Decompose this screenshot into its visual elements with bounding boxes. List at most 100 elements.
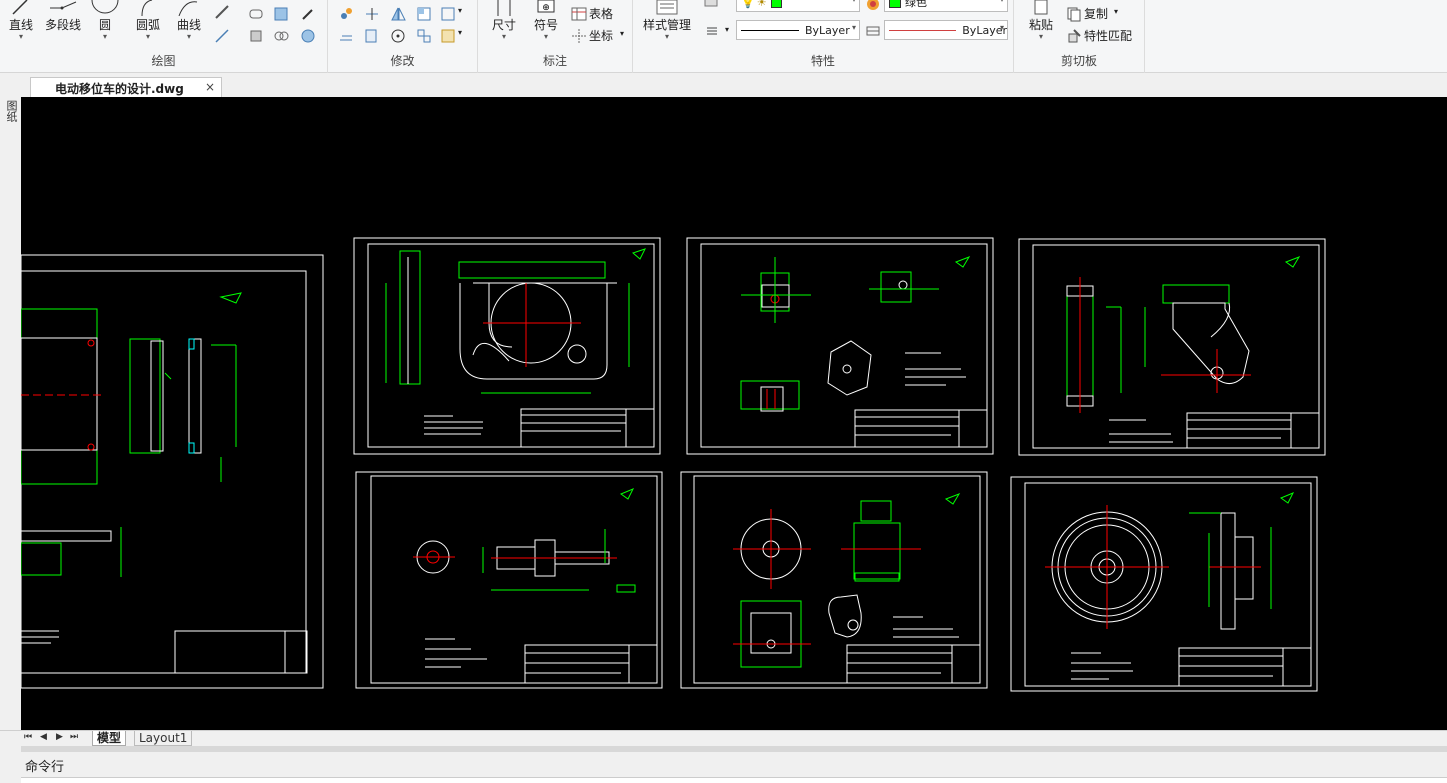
command-input[interactable] (21, 777, 1447, 783)
paste-icon (1034, 0, 1048, 15)
xline-icon[interactable] (214, 28, 230, 44)
symbol-button[interactable]: ⊕ 符号 ▾ (530, 0, 562, 41)
drawing-sheet-label[interactable]: 图纸 (3, 100, 19, 122)
dimension-button[interactable]: 尺寸 ▾ (488, 0, 520, 41)
drawing-sheet-2 (686, 237, 994, 455)
offset-icon[interactable] (338, 28, 354, 44)
close-icon[interactable]: × (205, 80, 215, 94)
chevron-down-icon: ▾ (1038, 32, 1043, 41)
document-tab[interactable]: 电动移位车的设计.dwg × (30, 77, 222, 97)
style-manager-label: 样式管理 (642, 18, 691, 32)
color-swatch (889, 0, 901, 8)
chevron-down-icon: ▾ (18, 32, 23, 41)
array-icon[interactable] (416, 28, 432, 44)
rotate-icon[interactable] (390, 28, 406, 44)
match-properties-icon[interactable] (1066, 28, 1082, 44)
sun-icon: ☀ (756, 0, 767, 9)
polyline-icon (50, 1, 77, 10)
arc-button[interactable]: 圆弧 ▾ (131, 0, 165, 41)
region-icon[interactable] (248, 28, 264, 44)
color-wheel-icon[interactable] (865, 0, 881, 12)
chevron-down-icon[interactable]: ▾ (458, 28, 462, 37)
last-layout-icon[interactable]: ⏭ (70, 732, 78, 742)
chevron-down-icon[interactable]: ▾ (458, 6, 462, 15)
chevron-down-icon: ▾ (102, 32, 107, 41)
cad-drawing (21, 237, 1326, 692)
clipboard-panel-title: 剪切板 (1060, 54, 1097, 68)
command-line-label: 命令行 (25, 760, 65, 775)
chevron-down-icon[interactable]: ▾ (620, 29, 624, 38)
table-icon[interactable] (571, 6, 587, 22)
annotate-panel-title: 标注 (542, 54, 567, 68)
symbol-icon: ⊕ (537, 0, 555, 13)
prev-layout-icon[interactable]: ◀ (40, 732, 47, 742)
coordinate-icon[interactable] (571, 28, 587, 44)
properties-panel-title: 特性 (810, 54, 835, 68)
arc-icon (141, 0, 153, 16)
command-window: 命令行 (21, 752, 1447, 783)
tab-model[interactable]: 模型 (92, 731, 127, 746)
rectangle-icon[interactable] (440, 6, 456, 22)
copy-icon[interactable] (1066, 6, 1082, 22)
style-manager-icon (656, 0, 678, 15)
paste-button[interactable]: 粘贴 ▾ (1024, 0, 1058, 41)
symbol-label: 符号 (533, 18, 558, 32)
color-combo[interactable]: 绿色 ▾ (884, 0, 1008, 12)
next-layout-icon[interactable]: ▶ (56, 732, 63, 742)
circle-button[interactable]: 圆 ▾ (90, 0, 120, 41)
drawing-sheet-3 (1018, 238, 1326, 456)
drawing-sheet-1 (353, 237, 661, 455)
linetype-icon[interactable] (705, 23, 721, 39)
curve-button[interactable]: 曲线 ▾ (172, 0, 206, 41)
trim-icon[interactable] (364, 6, 380, 22)
lineweight-icon[interactable] (865, 23, 881, 39)
drawing-canvas[interactable] (21, 97, 1447, 730)
layer-icon[interactable] (703, 0, 719, 10)
modify-panel: ▾ ▾ 修改 (328, 0, 478, 73)
line-label: 直线 (8, 18, 33, 32)
linetype-combo[interactable]: ByLayer ▾ (736, 20, 860, 40)
chevron-down-icon: ▾ (1000, 0, 1004, 4)
lightbulb-icon: 💡 (741, 0, 755, 9)
first-layout-icon[interactable]: ⏮ (24, 732, 32, 742)
linetype-line (741, 29, 799, 31)
scale-icon[interactable] (416, 6, 432, 22)
chevron-down-icon[interactable]: ▾ (1114, 7, 1118, 16)
properties-panel: 样式管理 ▾ 💡 ☀ ▾ 绿色 ▾ ▾ ByLayer ▾ ByLayer ▾ (633, 0, 1014, 73)
lineweight-line (889, 29, 957, 31)
chevron-down-icon[interactable]: ▾ (725, 25, 729, 34)
table-button[interactable]: 表格 (589, 5, 613, 22)
chevron-down-icon: ▾ (852, 0, 856, 4)
lineweight-combo[interactable]: ByLayer ▾ (884, 20, 1008, 40)
tab-layout1[interactable]: Layout1 (134, 731, 193, 746)
document-tab-title: 电动移位车的设计.dwg (55, 82, 184, 96)
left-strip: 图纸 (0, 78, 21, 728)
donut-icon[interactable] (300, 28, 316, 44)
layer-combo[interactable]: 💡 ☀ ▾ (736, 0, 860, 12)
drawing-sheet-6 (1010, 476, 1318, 692)
stretch-icon[interactable] (364, 28, 380, 44)
line-button[interactable]: 直线 ▾ (4, 0, 38, 41)
annotate-panel: 尺寸 ▾ ⊕ 符号 ▾ 表格 坐标 ▾ 标注 (478, 0, 633, 73)
point-icon[interactable] (300, 6, 316, 22)
coordinate-button[interactable]: 坐标 (589, 27, 613, 44)
eraser-icon[interactable] (248, 6, 264, 22)
color-value: 绿色 (905, 0, 927, 9)
dimension-label: 尺寸 (491, 18, 516, 32)
drawing-sheet-5 (680, 471, 988, 689)
pen-icon[interactable] (214, 4, 230, 20)
hatch-icon[interactable] (273, 6, 289, 22)
copy-button[interactable]: 复制 (1084, 5, 1108, 22)
layer-color-swatch (770, 0, 782, 8)
chevron-down-icon: ▾ (186, 32, 191, 41)
polyline-button[interactable]: 多段线 (42, 0, 84, 33)
edit-icon[interactable] (440, 28, 456, 44)
move-icon[interactable] (338, 6, 354, 22)
draw-panel: 直线 ▾ 多段线 圆 ▾ 圆弧 ▾ 曲线 ▾ 绘图 (0, 0, 328, 73)
modify-panel-title: 修改 (390, 54, 415, 68)
style-manager-button[interactable]: 样式管理 ▾ (639, 0, 695, 41)
ribbon: 直线 ▾ 多段线 圆 ▾ 圆弧 ▾ 曲线 ▾ 绘图 ▾ ▾ 修改 尺寸 ▾ ⊕ … (0, 0, 1447, 73)
cloud-icon[interactable] (273, 28, 289, 44)
match-properties-button[interactable]: 特性匹配 (1084, 27, 1132, 44)
mirror-icon[interactable] (390, 6, 406, 22)
